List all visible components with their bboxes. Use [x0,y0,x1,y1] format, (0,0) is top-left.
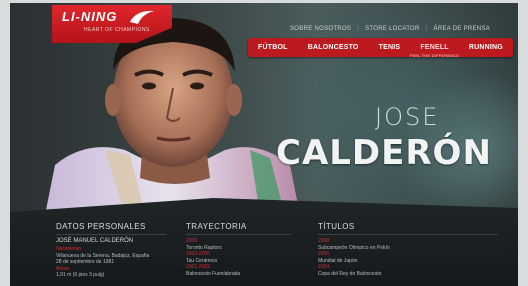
athlete-last-name: CALDERÓN [276,133,492,173]
personal-data-heading: DATOS PERSONALES [56,222,166,235]
link-store-locator[interactable]: STORE LOCATOR [365,26,420,32]
nav-futbol[interactable]: FÚTBOL [258,44,288,51]
link-separator: | [357,26,360,32]
top-links: SOBRE NOSOTROS | STORE LOCATOR | ÁREA DE… [290,26,490,32]
brand-logo[interactable]: LI-NING [62,9,117,24]
nav-baloncesto[interactable]: BALONCESTO [308,44,359,51]
career-column: TRAYECTORIA 2005 Toronto Raptors 2002-20… [186,222,291,277]
link-separator: | [425,26,428,32]
right-border [518,0,528,286]
left-border [0,0,10,286]
athlete-first-name: JOSE [375,103,440,131]
list-item: Baloncesto Fuenlabrada [186,270,241,277]
li-ning-swoosh-icon [130,10,154,24]
nav-fenell-sub: FEEL THE DIFFERENCE [409,53,460,58]
main-nav: FÚTBOL BALONCESTO TENIS FENELL FEEL THE D… [248,38,513,58]
list-item: Copa del Rey de Baloncesto [318,270,382,277]
list-item: 1,91 m (6 pies 3 pulg) [56,272,105,278]
brand-tagline: HEART OF CHAMPIONS [84,27,150,33]
page-frame: LI-NING HEART OF CHAMPIONS SOBRE NOSOTRO… [0,0,528,286]
career-heading: TRAYECTORIA [186,222,291,235]
personal-data-column: DATOS PERSONALES JOSÉ MANUEL CALDERÓN Na… [56,222,166,279]
titles-column: TÍTULOS 2008 Subcampeón Olímpico en Pekí… [318,222,498,277]
nav-fenell[interactable]: FENELL FEEL THE DIFFERENCE [410,44,459,58]
athlete-full-name: JOSÉ MANUEL CALDERÓN [56,238,134,244]
link-about-us[interactable]: SOBRE NOSOTROS [290,26,351,32]
nav-running[interactable]: RUNNING [469,44,503,51]
nav-tenis[interactable]: TENIS [379,44,401,51]
titles-heading: TÍTULOS [318,222,498,235]
link-press-area[interactable]: ÁREA DE PRENSA [434,26,491,32]
